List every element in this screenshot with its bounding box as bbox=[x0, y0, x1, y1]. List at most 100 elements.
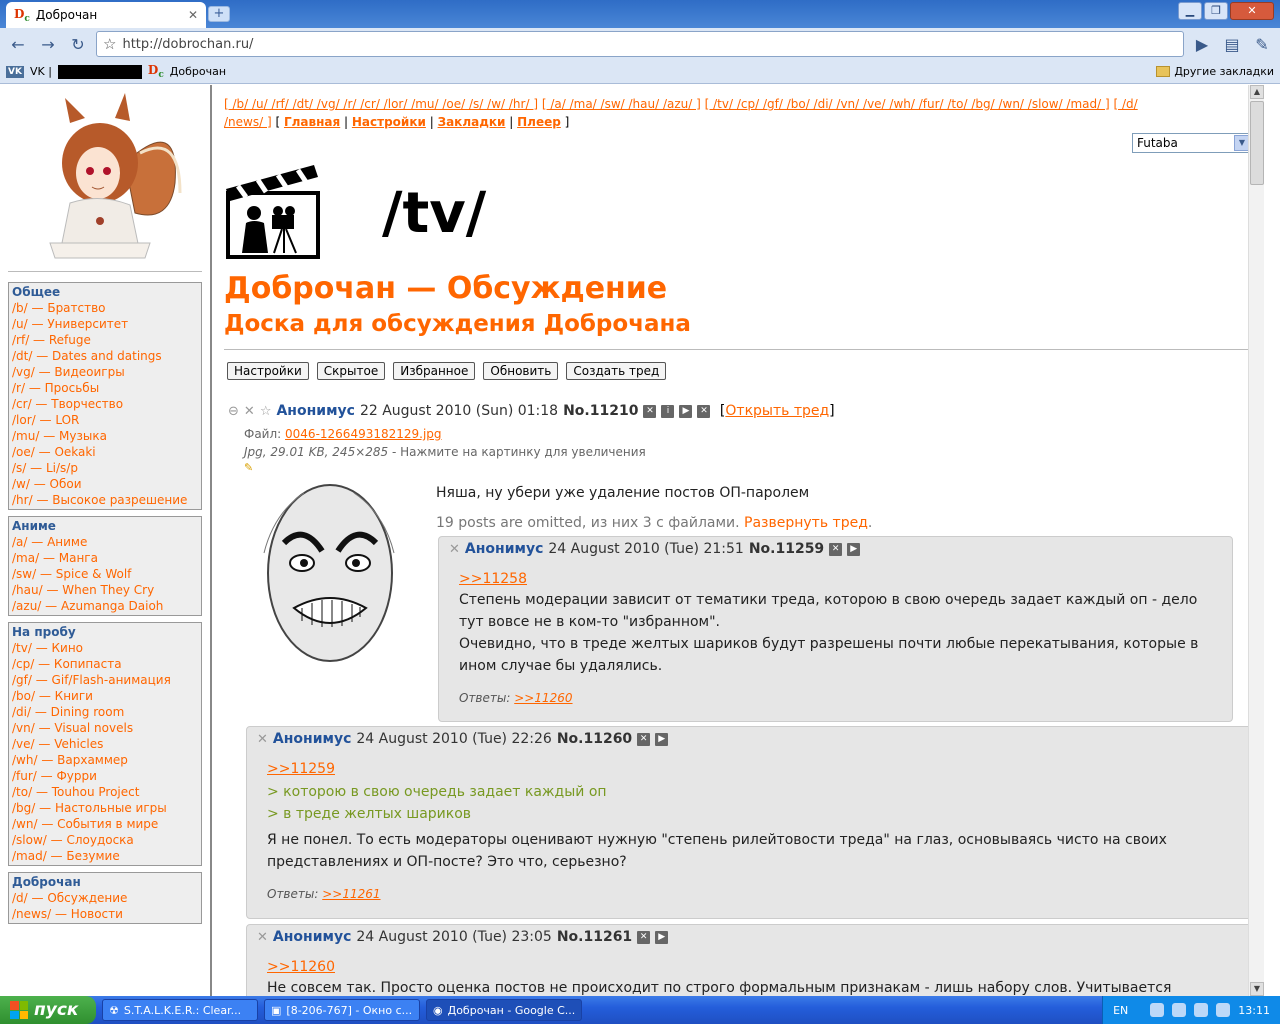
menu-item[interactable]: /oe/ — Oekaki bbox=[12, 444, 198, 460]
reload-icon[interactable]: ↻ bbox=[66, 32, 90, 56]
answer-link[interactable]: >>11260 bbox=[514, 691, 572, 705]
forward-icon[interactable]: → bbox=[36, 32, 60, 56]
language-indicator[interactable]: EN bbox=[1113, 1004, 1128, 1017]
menu-item[interactable]: /dt/ — Dates and datings bbox=[12, 348, 198, 364]
menu-item[interactable]: /hr/ — Высокое разрешение bbox=[12, 492, 198, 508]
menu-item[interactable]: /ve/ — Vehicles bbox=[12, 736, 198, 752]
post-number[interactable]: No.11259 bbox=[749, 541, 824, 557]
page-menu-icon[interactable]: ▤ bbox=[1220, 32, 1244, 56]
menu-item[interactable]: /b/ — Братство bbox=[12, 300, 198, 316]
menu-item[interactable]: /vn/ — Visual novels bbox=[12, 720, 198, 736]
delete-icon[interactable]: ✕ bbox=[643, 404, 657, 418]
favorite-star-icon[interactable]: ☆ bbox=[260, 404, 272, 419]
menu-item[interactable]: /mu/ — Музыка bbox=[12, 428, 198, 444]
post-reference-link[interactable]: >>11259 bbox=[267, 761, 335, 777]
menu-item[interactable]: /slow/ — Слоудоска bbox=[12, 832, 198, 848]
post-reference-link[interactable]: >>11258 bbox=[459, 571, 527, 587]
reply-icon[interactable]: ▶ bbox=[655, 732, 669, 746]
nav-boards-dobrochan[interactable]: [ /d/ bbox=[1114, 97, 1138, 111]
menu-item[interactable]: /di/ — Dining room bbox=[12, 704, 198, 720]
menu-item[interactable]: /mad/ — Безумие bbox=[12, 848, 198, 864]
hidden-button[interactable]: Скрытое bbox=[316, 362, 386, 380]
wrench-icon[interactable]: ✎ bbox=[1250, 32, 1274, 56]
delete-icon[interactable]: ✕ bbox=[637, 930, 651, 944]
reply-icon[interactable]: ▶ bbox=[655, 930, 669, 944]
address-bar[interactable]: ☆ http://dobrochan.ru/ bbox=[96, 31, 1184, 57]
close-icon[interactable]: ✕ bbox=[188, 8, 198, 22]
tray-icon[interactable] bbox=[1172, 1003, 1187, 1017]
restore-button[interactable]: ❐ bbox=[1204, 2, 1228, 20]
vertical-scrollbar[interactable]: ▲ ▼ bbox=[1248, 85, 1264, 996]
menu-item[interactable]: /vg/ — Видеоигры bbox=[12, 364, 198, 380]
menu-item[interactable]: /gf/ — Gif/Flash-анимация bbox=[12, 672, 198, 688]
menu-group-title[interactable]: Доброчан bbox=[12, 874, 198, 890]
menu-item[interactable]: /u/ — Университет bbox=[12, 316, 198, 332]
close-window-button[interactable]: ✕ bbox=[1230, 2, 1274, 20]
style-select[interactable]: Futaba ▼ bbox=[1132, 133, 1252, 153]
post-number[interactable]: No.11260 bbox=[557, 731, 632, 747]
file-link[interactable]: 0046-1266493182129.jpg bbox=[285, 427, 442, 441]
menu-group-title[interactable]: Аниме bbox=[12, 518, 198, 534]
hide-icon[interactable]: ✕ bbox=[449, 542, 460, 557]
settings-button[interactable]: Настройки bbox=[227, 362, 309, 380]
taskbar-item-window[interactable]: ▣ [8-206-767] - Окно с... bbox=[264, 999, 420, 1021]
bookmark-vk[interactable]: VK | bbox=[30, 65, 52, 78]
collapse-icon[interactable]: ⊖ bbox=[228, 404, 239, 419]
reply-icon[interactable]: ▶ bbox=[847, 542, 861, 556]
menu-item[interactable]: /hau/ — When They Cry bbox=[12, 582, 198, 598]
menu-group-title[interactable]: Общее bbox=[12, 284, 198, 300]
menu-item[interactable]: /to/ — Touhou Project bbox=[12, 784, 198, 800]
taskbar-item-stalker[interactable]: ☢ S.T.A.L.K.E.R.: Clear... bbox=[102, 999, 258, 1021]
menu-item[interactable]: /bo/ — Книги bbox=[12, 688, 198, 704]
minimize-button[interactable]: ▁ bbox=[1178, 2, 1202, 20]
post-reference-link[interactable]: >>11260 bbox=[267, 959, 335, 975]
scroll-thumb[interactable] bbox=[1250, 101, 1264, 185]
menu-group-title[interactable]: На пробу bbox=[12, 624, 198, 640]
answer-link[interactable]: >>11261 bbox=[322, 887, 380, 901]
hide-icon[interactable]: ✕ bbox=[244, 404, 255, 419]
scroll-down-icon[interactable]: ▼ bbox=[1250, 982, 1264, 996]
menu-item[interactable]: /azu/ — Azumanga Daioh bbox=[12, 598, 198, 614]
menu-item[interactable]: /cp/ — Копипаста bbox=[12, 656, 198, 672]
menu-item[interactable]: /s/ — Li/s/p bbox=[12, 460, 198, 476]
refresh-button[interactable]: Обновить bbox=[483, 362, 559, 380]
menu-item[interactable]: /a/ — Аниме bbox=[12, 534, 198, 550]
nav-boards-news[interactable]: /news/ ] bbox=[224, 115, 272, 129]
nav-bookmarks-link[interactable]: Закладки bbox=[438, 115, 506, 129]
post-number[interactable]: No.11261 bbox=[557, 929, 632, 945]
nav-boards-general[interactable]: [ /b/ /u/ /rf/ /dt/ /vg/ /r/ /cr/ /lor/ … bbox=[224, 97, 538, 111]
create-thread-button[interactable]: Создать тред bbox=[566, 362, 667, 380]
tab-dobrochan[interactable]: Dc Доброчан ✕ bbox=[6, 2, 206, 28]
favorites-button[interactable]: Избранное bbox=[393, 362, 476, 380]
tray-icon[interactable] bbox=[1194, 1003, 1209, 1017]
menu-item[interactable]: /wn/ — События в мире bbox=[12, 816, 198, 832]
star-icon[interactable]: ☆ bbox=[103, 35, 116, 53]
taskbar-item-chrome[interactable]: ◉ Доброчан - Google C... bbox=[426, 999, 582, 1021]
menu-item[interactable]: /ma/ — Манга bbox=[12, 550, 198, 566]
hide-icon[interactable]: ✕ bbox=[257, 732, 268, 747]
menu-item[interactable]: /tv/ — Кино bbox=[12, 640, 198, 656]
scroll-up-icon[interactable]: ▲ bbox=[1250, 85, 1264, 99]
url-text[interactable]: http://dobrochan.ru/ bbox=[122, 37, 253, 52]
menu-item[interactable]: /rf/ — Refuge bbox=[12, 332, 198, 348]
menu-item[interactable]: /news/ — Новости bbox=[12, 906, 198, 922]
expand-thread-link[interactable]: Развернуть тред bbox=[744, 515, 868, 531]
nav-home-link[interactable]: Главная bbox=[284, 115, 340, 129]
menu-item[interactable]: /cr/ — Творчество bbox=[12, 396, 198, 412]
hide-icon[interactable]: ✕ bbox=[257, 930, 268, 945]
volume-icon[interactable] bbox=[1216, 1003, 1231, 1017]
reply-icon[interactable]: ▶ bbox=[679, 404, 693, 418]
start-button[interactable]: пуск bbox=[0, 996, 96, 1024]
menu-item[interactable]: /lor/ — LOR bbox=[12, 412, 198, 428]
new-tab-button[interactable]: + bbox=[208, 6, 230, 22]
delete-icon[interactable]: ✕ bbox=[829, 542, 843, 556]
report-icon[interactable]: ✕ bbox=[697, 404, 711, 418]
menu-item[interactable]: /sw/ — Spice & Wolf bbox=[12, 566, 198, 582]
menu-item[interactable]: /d/ — Обсуждение bbox=[12, 890, 198, 906]
nav-boards-anime[interactable]: [ /a/ /ma/ /sw/ /hau/ /azu/ ] bbox=[542, 97, 701, 111]
menu-item[interactable]: /wh/ — Вархаммер bbox=[12, 752, 198, 768]
menu-item[interactable]: /r/ — Просьбы bbox=[12, 380, 198, 396]
menu-item[interactable]: /fur/ — Фурри bbox=[12, 768, 198, 784]
open-thread-link[interactable]: [Открыть тред] bbox=[715, 403, 835, 419]
post-image[interactable] bbox=[244, 473, 416, 673]
